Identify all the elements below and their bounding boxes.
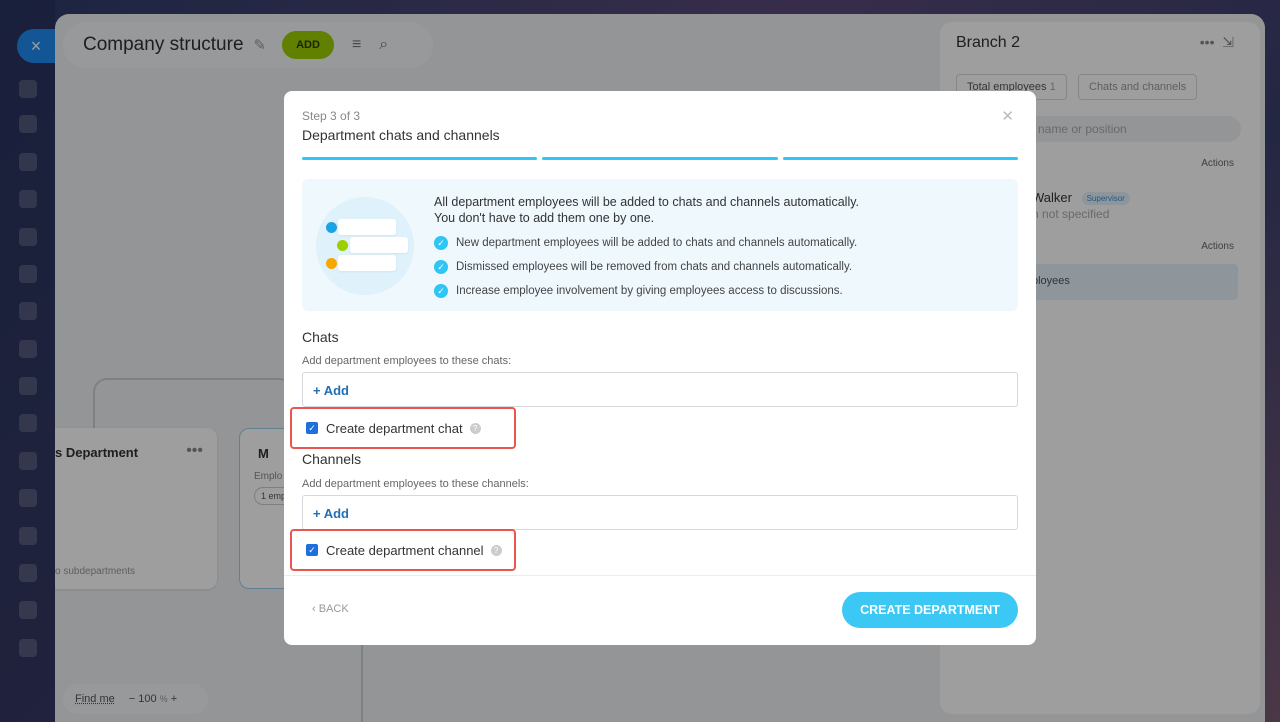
channels-section-title: Channels [302, 451, 362, 467]
add-channel-field[interactable]: + Add [302, 495, 1018, 530]
chats-section-title: Chats [302, 329, 339, 345]
progress-segment [302, 157, 538, 160]
info-item: ✓ New department employees will be added… [434, 236, 857, 250]
back-label: BACK [318, 603, 349, 615]
chat-illustration [316, 197, 414, 295]
create-department-channel-checkbox[interactable]: ✓ Create department channel ? [290, 529, 516, 571]
chevron-left-icon: ‹ [312, 603, 316, 615]
check-icon: ✓ [434, 236, 448, 250]
step-progress [302, 157, 1018, 160]
info-item-text: Dismissed employees will be removed from… [456, 261, 853, 273]
dialog-footer-divider [284, 575, 1036, 576]
create-department-button[interactable]: CREATE DEPARTMENT [842, 592, 1018, 628]
info-item-text: Increase employee involvement by giving … [456, 285, 843, 297]
info-heading-line: You don't have to add them one by one. [434, 211, 655, 225]
info-heading-line: All department employees will be added t… [434, 195, 860, 209]
checkbox-label: Create department chat [326, 420, 463, 436]
info-heading: All department employees will be added t… [434, 194, 859, 226]
chats-section-subtitle: Add department employees to these chats: [302, 355, 512, 367]
progress-segment [782, 157, 1018, 160]
add-chat-field[interactable]: + Add [302, 372, 1018, 407]
back-button[interactable]: ‹ BACK [312, 603, 349, 615]
create-department-chat-checkbox[interactable]: ✓ Create department chat ? [290, 407, 516, 449]
checkbox-checked-icon[interactable]: ✓ [306, 544, 318, 556]
info-item-text: New department employees will be added t… [456, 237, 858, 249]
check-icon: ✓ [434, 260, 448, 274]
dialog-title: Department chats and channels [302, 127, 500, 143]
check-icon: ✓ [434, 284, 448, 298]
checkbox-checked-icon[interactable]: ✓ [306, 422, 318, 434]
help-icon[interactable]: ? [469, 422, 481, 434]
info-item: ✓ Dismissed employees will be removed fr… [434, 260, 852, 274]
step-indicator: Step 3 of 3 [302, 109, 361, 123]
info-item: ✓ Increase employee involvement by givin… [434, 284, 843, 298]
create-department-dialog: Step 3 of 3 Department chats and channel… [284, 91, 1036, 645]
progress-segment [542, 157, 778, 160]
checkbox-label: Create department channel [326, 542, 484, 558]
channels-section-subtitle: Add department employees to these channe… [302, 478, 529, 490]
info-banner: All department employees will be added t… [302, 179, 1018, 311]
help-icon[interactable]: ? [490, 544, 502, 556]
close-icon[interactable]: ✕ [1001, 107, 1014, 125]
